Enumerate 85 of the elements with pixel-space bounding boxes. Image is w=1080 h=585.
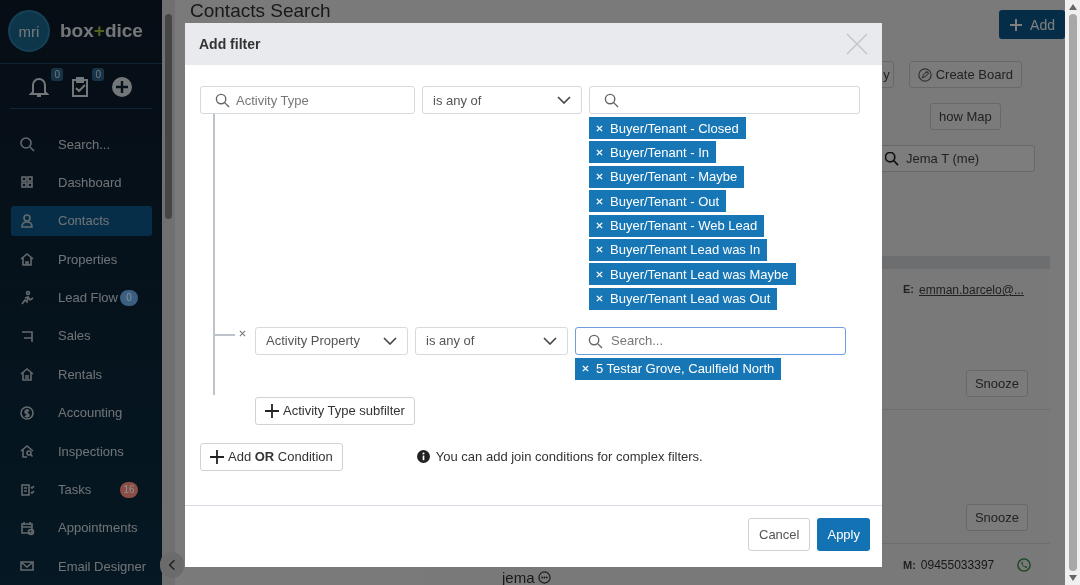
- add-or-condition-button[interactable]: Add OR Condition: [200, 442, 343, 471]
- info-icon: [416, 450, 430, 464]
- plus-icon: [1009, 17, 1024, 32]
- search-icon: [604, 92, 619, 108]
- chevron-down-icon: [557, 96, 571, 104]
- chevron-left-icon: [168, 559, 176, 571]
- info-text: You can add join conditions for complex filters.: [435, 449, 703, 465]
- nav-item[interactable]: Tasks 16: [11, 474, 152, 505]
- phone-icon: [1017, 558, 1032, 572]
- apply-button[interactable]: Apply: [817, 518, 870, 551]
- nav-item[interactable]: Inspections: [11, 436, 152, 467]
- nav-item[interactable]: Contacts: [11, 205, 152, 236]
- person-icon: [19, 212, 35, 229]
- selected-tag[interactable]: Buyer/Tenant - Web Lead: [589, 214, 765, 237]
- calendar-icon: [19, 519, 35, 536]
- value-search-input[interactable]: Search...: [575, 326, 846, 355]
- phone-label: M:: [903, 559, 916, 571]
- field-select[interactable]: Activity Property: [255, 326, 408, 355]
- nav-item[interactable]: Appointments: [11, 512, 152, 543]
- selected-tag[interactable]: Buyer/Tenant - Out: [589, 190, 727, 213]
- dashboard-icon: [19, 174, 35, 191]
- down-arrow-icon[interactable]: [1068, 575, 1077, 581]
- logo-badge: mri: [8, 10, 50, 52]
- nav-item[interactable]: Accounting: [11, 397, 152, 428]
- nav-item[interactable]: Properties: [11, 244, 152, 275]
- nav-item[interactable]: Dashboard: [11, 167, 152, 198]
- selected-tag[interactable]: Buyer/Tenant - Maybe: [589, 165, 745, 188]
- selected-tag[interactable]: 5 Testar Grove, Caulfield North: [575, 357, 782, 380]
- bell-icon: [29, 76, 49, 98]
- scrollbar-thumb[interactable]: [1068, 14, 1077, 571]
- plus-circle-icon: [111, 76, 133, 98]
- nav-item[interactable]: Rentals: [11, 359, 152, 390]
- selected-tag[interactable]: Buyer/Tenant - In: [589, 141, 716, 164]
- house-icon: [19, 251, 35, 268]
- remove-icon[interactable]: [239, 329, 246, 337]
- search-icon: [215, 92, 230, 108]
- house-magnifier-icon: [19, 443, 35, 460]
- count-badge: 0: [51, 68, 63, 81]
- selected-tag[interactable]: Buyer/Tenant Lead was Maybe: [589, 263, 796, 286]
- scrollbar[interactable]: [1065, 0, 1080, 585]
- chevron-down-icon: [543, 336, 557, 345]
- pencil-circle-icon: [917, 67, 932, 82]
- operator-select[interactable]: is any of: [422, 86, 582, 114]
- collapse-button[interactable]: [160, 552, 184, 578]
- field-search-input[interactable]: Activity Type: [200, 86, 415, 114]
- email-link[interactable]: emman.barcelo@...: [919, 283, 1024, 297]
- email-label: E:: [903, 283, 914, 297]
- phone-number: 09455033397: [920, 558, 995, 572]
- nav-item[interactable]: Sales: [11, 320, 152, 351]
- chat-bubble-icon: [537, 571, 551, 584]
- count-badge: 0: [120, 289, 138, 306]
- count-badge: 16: [120, 481, 138, 498]
- search-icon: [588, 333, 603, 349]
- plus-icon: [210, 449, 224, 464]
- house-icon: [19, 366, 35, 383]
- checklist-icon: [70, 76, 90, 98]
- scrollbar-thumb[interactable]: [165, 14, 172, 219]
- brand-name: box+dice: [60, 20, 143, 42]
- show-map-button[interactable]: how Map: [930, 103, 1001, 130]
- search-icon: [885, 151, 899, 166]
- selected-tag[interactable]: Buyer/Tenant - Closed: [589, 117, 746, 139]
- nav-item[interactable]: Lead Flow 0: [11, 282, 152, 313]
- plus-icon: [265, 403, 279, 418]
- toolbar-button[interactable]: Create Board: [908, 61, 1022, 88]
- selected-tag[interactable]: Buyer/Tenant Lead was In: [589, 238, 768, 261]
- nav-item[interactable]: Search...: [11, 129, 152, 159]
- count-badge: 0: [92, 68, 104, 81]
- dialog-title: Add filter: [199, 36, 261, 52]
- snooze-button[interactable]: Snooze: [965, 370, 1028, 397]
- search-icon: [19, 136, 35, 152]
- dollar-circle-icon: [19, 404, 35, 421]
- nav-item[interactable]: Email Designer: [11, 551, 152, 582]
- add-subfilter-button[interactable]: Activity Type subfilter: [255, 396, 415, 425]
- page-title: Contacts Search: [190, 0, 331, 22]
- cancel-button[interactable]: Cancel: [748, 518, 811, 551]
- create-button[interactable]: [109, 74, 135, 100]
- scrollbar[interactable]: [162, 0, 175, 585]
- checklist-icon: [19, 481, 35, 498]
- operator-select[interactable]: is any of: [415, 326, 568, 355]
- chevron-down-icon: [383, 336, 397, 345]
- selected-tag[interactable]: Buyer/Tenant Lead was Out: [589, 287, 778, 310]
- runner-icon: [19, 289, 35, 306]
- up-arrow-icon[interactable]: [1068, 4, 1077, 10]
- add-button[interactable]: Add: [999, 10, 1065, 39]
- snooze-button[interactable]: Snooze: [965, 504, 1028, 531]
